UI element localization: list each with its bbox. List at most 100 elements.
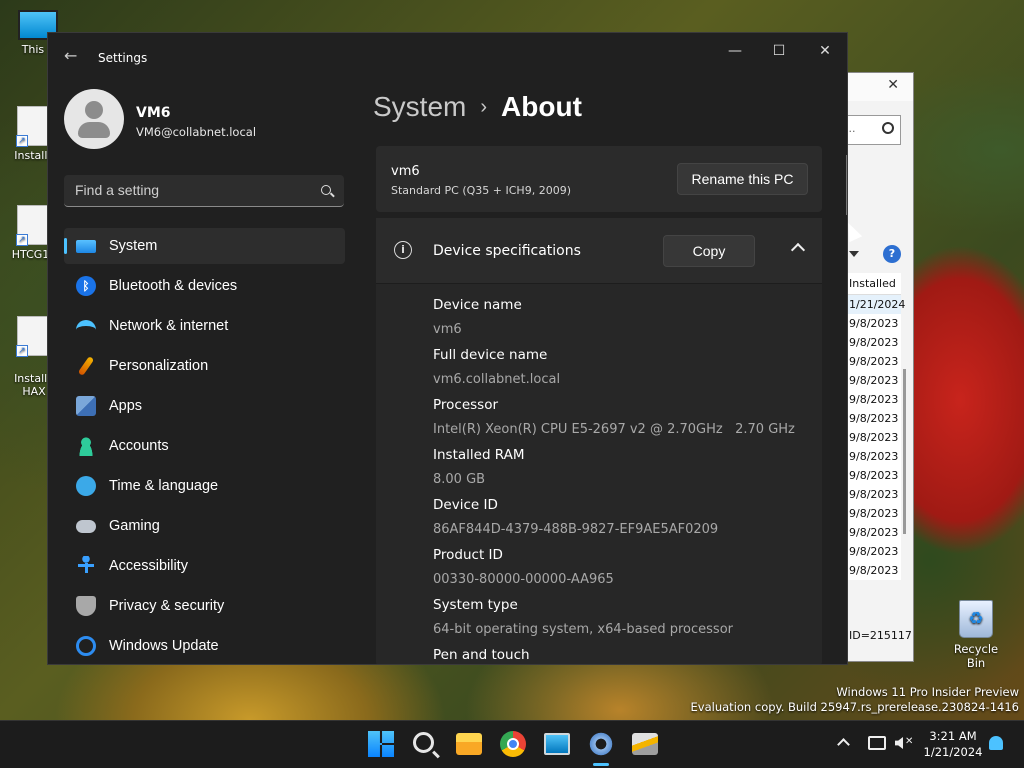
sidebar-item-label: Bluetooth & devices (109, 278, 238, 294)
background-status-text: ID=215117 (849, 629, 912, 642)
update-icon (76, 636, 96, 656)
sidebar-nav: System ᛒ Bluetooth & devices Network & i… (64, 228, 345, 664)
active-app-indicator (593, 763, 609, 766)
sidebar-item-label: Personalization (109, 358, 209, 374)
shortcut-file-icon: ↗ (16, 205, 51, 246)
scrollbar[interactable] (903, 369, 906, 534)
windows-start-icon[interactable] (368, 731, 394, 757)
search-icon[interactable] (413, 732, 434, 753)
pc-name-card: vm6 Standard PC (Q35 + ICH9, 2009) Renam… (376, 146, 822, 212)
spec-value: vm6.collabnet.local (433, 372, 561, 387)
spec-label: Device name (433, 297, 522, 313)
user-name: VM6 (136, 105, 171, 121)
evaluation-watermark: Windows 11 Pro Insider Preview Evaluatio… (691, 685, 1019, 715)
maximize-button[interactable]: ☐ (764, 41, 794, 61)
spec-list: Device name vm6 Full device name vm6.col… (433, 296, 795, 664)
sidebar-item-label: Time & language (109, 478, 219, 494)
sidebar-item-label: Accounts (109, 438, 169, 454)
spec-label: Full device name (433, 347, 548, 363)
title-bar[interactable]: ← Settings — ☐ ✕ (48, 33, 847, 81)
spec-value: 86AF844D-4379-488B-9827-EF9AE5AF0209 (433, 522, 719, 537)
system-icon (76, 240, 96, 253)
sidebar-item-bluetooth[interactable]: ᛒ Bluetooth & devices (64, 268, 345, 304)
sidebar-item-apps[interactable]: Apps (64, 388, 345, 424)
sidebar-item-windows-update[interactable]: Windows Update (64, 628, 345, 664)
spec-item: System type 64-bit operating system, x64… (433, 596, 795, 646)
spec-item: Product ID 00330-80000-00000-AA965 (433, 546, 795, 596)
sidebar-item-system[interactable]: System (64, 228, 345, 264)
app-icon[interactable] (632, 733, 658, 755)
info-icon: i (394, 241, 412, 259)
breadcrumb-parent[interactable]: System (373, 91, 466, 122)
accessibility-icon (76, 556, 96, 576)
sidebar-item-gaming[interactable]: Gaming (64, 508, 345, 544)
desktop-icon-recycle-bin[interactable]: ♻ Recycle Bin (944, 600, 1008, 670)
apps-icon (76, 396, 96, 416)
spec-item: Installed RAM 8.00 GB (433, 446, 795, 496)
shortcut-file-icon: ↗ (16, 106, 51, 147)
avatar[interactable] (64, 89, 124, 149)
scrollbar[interactable] (846, 155, 847, 215)
close-icon[interactable]: ✕ (887, 77, 899, 93)
desktop-icon-label: Recycle Bin (953, 642, 999, 670)
device-specifications-card: i Device specifications Copy Device name… (376, 218, 822, 664)
sidebar-item-label: Gaming (109, 518, 160, 534)
pc-name: vm6 (391, 164, 420, 179)
search-input[interactable] (64, 175, 304, 205)
clock-time: 3:21 AM (929, 729, 977, 743)
remote-desktop-icon[interactable] (544, 733, 570, 755)
spec-label: Installed RAM (433, 447, 525, 463)
sidebar-item-time-language[interactable]: Time & language (64, 468, 345, 504)
sidebar-item-personalization[interactable]: Personalization (64, 348, 345, 384)
person-icon (76, 436, 96, 456)
shortcut-arrow-icon: ↗ (16, 135, 28, 147)
clock-date: 1/21/2024 (923, 745, 983, 759)
user-profile[interactable]: VM6 VM6@collabnet.local (64, 89, 354, 153)
spec-value: Intel(R) Xeon(R) CPU E5-2697 v2 @ 2.70GH… (433, 422, 795, 437)
spec-item: Processor Intel(R) Xeon(R) CPU E5-2697 v… (433, 396, 795, 446)
file-explorer-icon[interactable] (456, 733, 482, 755)
sidebar-item-privacy-security[interactable]: Privacy & security (64, 588, 345, 624)
settings-gear-icon[interactable] (588, 731, 614, 757)
background-toolbar: ? (849, 245, 913, 267)
spec-item: Pen and touch (433, 646, 795, 664)
spec-label: Processor (433, 397, 499, 413)
brush-icon (77, 356, 95, 376)
chevron-down-icon[interactable] (849, 251, 859, 257)
spec-value: 8.00 GB (433, 472, 486, 487)
wifi-icon (76, 320, 96, 334)
rename-pc-button[interactable]: Rename this PC (677, 163, 808, 195)
sidebar-item-network[interactable]: Network & internet (64, 308, 345, 344)
sidebar-item-label: Network & internet (109, 318, 229, 334)
sidebar-item-label: Privacy & security (109, 598, 225, 614)
sidebar-item-label: Windows Update (109, 638, 219, 654)
spec-label: System type (433, 597, 518, 613)
close-button[interactable]: ✕ (810, 41, 840, 61)
mute-x-icon: ✕ (905, 736, 914, 747)
notification-bell-icon[interactable] (989, 736, 1003, 750)
taskbar-clock[interactable]: 3:21 AM 1/21/2024 (918, 728, 988, 760)
minimize-button[interactable]: — (720, 41, 750, 61)
shortcut-arrow-icon: ↗ (16, 345, 28, 357)
chrome-icon[interactable] (500, 731, 526, 757)
chevron-up-icon[interactable] (790, 242, 806, 258)
sidebar-item-accounts[interactable]: Accounts (64, 428, 345, 464)
spec-value: vm6 (433, 322, 462, 337)
pc-model: Standard PC (Q35 + ICH9, 2009) (391, 184, 571, 197)
search-icon[interactable] (321, 185, 331, 195)
network-icon[interactable] (868, 736, 886, 750)
watermark-line: Windows 11 Pro Insider Preview (836, 685, 1019, 699)
gamepad-icon (76, 520, 96, 533)
back-arrow-icon[interactable]: ← (64, 47, 82, 65)
device-specifications-header[interactable]: i Device specifications Copy (376, 218, 822, 284)
app-title: Settings (98, 51, 148, 65)
page-title: About (501, 91, 582, 122)
spec-value: 64-bit operating system, x64-based proce… (433, 622, 733, 637)
copy-button[interactable]: Copy (663, 235, 755, 267)
spec-label: Pen and touch (433, 647, 530, 663)
help-icon[interactable]: ? (883, 245, 901, 263)
sidebar-item-label: Accessibility (109, 558, 188, 574)
globe-clock-icon (76, 476, 96, 496)
shield-icon (76, 596, 96, 616)
sidebar-item-accessibility[interactable]: Accessibility (64, 548, 345, 584)
